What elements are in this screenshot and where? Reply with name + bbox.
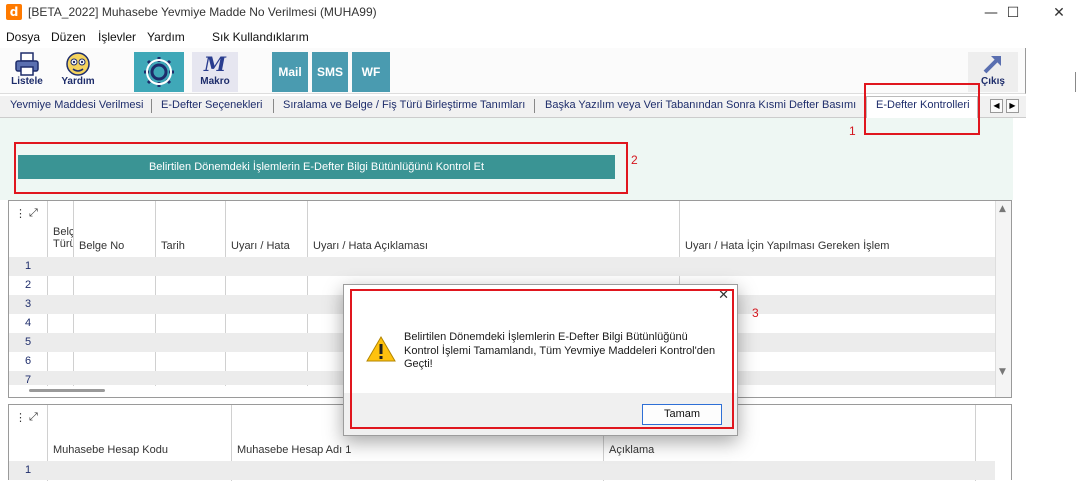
tab-separator — [534, 99, 535, 113]
header-aciklama[interactable]: Açıklama — [609, 444, 654, 456]
annotation-box-1 — [864, 83, 980, 135]
exit-arrow-icon — [983, 56, 1001, 74]
horizontal-scrollbar[interactable] — [29, 389, 105, 392]
yardim-button[interactable]: Yardım — [54, 52, 102, 92]
sms-button[interactable]: SMS — [312, 52, 348, 92]
tab-baska-yazilim[interactable]: Başka Yazılım veya Veri Tabanından Sonra… — [545, 99, 856, 111]
listele-label: Listele — [11, 76, 43, 87]
tab-siralama[interactable]: Sıralama ve Belge / Fiş Türü Birleştirme… — [283, 99, 525, 111]
row-number: 7 — [25, 374, 32, 385]
header-uyari-aciklama[interactable]: Uyarı / Hata Açıklaması — [313, 240, 428, 252]
header-uyari-hata[interactable]: Uyarı / Hata — [231, 240, 290, 252]
header-hesap-adi[interactable]: Muhasebe Hesap Adı 1 — [237, 444, 351, 456]
expand-icon[interactable]: ⤢ — [29, 206, 38, 220]
tab-scroll-left-button[interactable]: ◀ — [990, 99, 1003, 113]
header-belge-turu-line2: Türü — [53, 238, 73, 250]
close-window-button[interactable]: ✕ — [1036, 0, 1082, 26]
row-number: 1 — [25, 260, 32, 272]
window-scrollbar[interactable] — [1067, 48, 1084, 480]
tab-yevmiye-maddesi[interactable]: Yevmiye Maddesi Verilmesi — [10, 99, 143, 111]
menu-islevler[interactable]: İşlevler — [98, 30, 136, 44]
settings-button[interactable] — [134, 52, 184, 92]
mail-button[interactable]: Mail — [272, 52, 308, 92]
annotation-label-2: 2 — [631, 153, 638, 167]
grid-menu-icon[interactable]: ⋮ — [15, 207, 26, 220]
scroll-down-icon[interactable]: ▼ — [999, 367, 1006, 377]
menu-duzen[interactable]: Düzen — [51, 30, 86, 44]
title-bar: d [BETA_2022] Muhasebe Yevmiye Madde No … — [0, 0, 1084, 26]
maximize-button[interactable]: ☐ — [990, 0, 1036, 26]
header-belge-turu-line1: Belç — [53, 226, 73, 238]
row-number: 4 — [25, 317, 32, 329]
annotation-box-3 — [350, 289, 734, 429]
listele-button[interactable]: Listele — [6, 52, 48, 92]
cikis-label: Çıkış — [981, 76, 1005, 87]
printer-icon — [15, 52, 39, 76]
expand-icon[interactable]: ⤢ — [29, 410, 38, 424]
annotation-label-1: 1 — [849, 124, 856, 138]
annotation-box-2 — [14, 142, 628, 194]
scroll-up-icon[interactable]: ▲ — [999, 204, 1006, 214]
row-number: 5 — [25, 336, 32, 348]
table-row[interactable]: 1 — [9, 461, 995, 480]
table-row[interactable]: 1 — [9, 257, 995, 276]
row-number: 2 — [25, 279, 32, 291]
header-hesap-kodu[interactable]: Muhasebe Hesap Kodu — [53, 444, 168, 456]
menu-dosya[interactable]: Dosya — [6, 30, 40, 44]
tab-edefter-secenekleri[interactable]: E-Defter Seçenekleri — [161, 99, 263, 111]
header-gereken-islem[interactable]: Uyarı / Hata İçin Yapılması Gereken İşle… — [685, 240, 889, 252]
menu-yardim[interactable]: Yardım — [147, 30, 185, 44]
scroll-thumb[interactable] — [1075, 72, 1076, 92]
window-title: [BETA_2022] Muhasebe Yevmiye Madde No Ve… — [28, 5, 377, 19]
tab-scroll-right-button[interactable]: ▶ — [1006, 99, 1019, 113]
vertical-scrollbar[interactable]: ▲ ▼ — [995, 201, 1011, 397]
header-belge-no[interactable]: Belge No — [79, 240, 124, 252]
grid-menu-icon[interactable]: ⋮ — [15, 411, 26, 424]
yardim-label: Yardım — [61, 76, 95, 87]
row-number: 6 — [25, 355, 32, 367]
makro-label: Makro — [200, 76, 230, 87]
row-number: 1 — [25, 464, 32, 476]
annotation-label-3: 3 — [752, 306, 759, 320]
wf-button[interactable]: WF — [352, 52, 390, 92]
menu-sik-kullandiklarim[interactable]: Sık Kullandıklarım — [212, 30, 309, 44]
menu-bar: Dosya Düzen İşlevler Yardım Sık Kullandı… — [0, 29, 1084, 47]
row-number: 3 — [25, 298, 32, 310]
tab-separator — [151, 99, 152, 113]
app-icon: d — [6, 4, 22, 20]
header-tarih[interactable]: Tarih — [161, 240, 185, 252]
makro-m-icon: M — [203, 52, 227, 76]
tab-separator — [273, 99, 274, 113]
gear-icon — [144, 57, 174, 87]
makro-button[interactable]: M Makro — [192, 52, 238, 92]
help-face-icon — [66, 52, 90, 76]
